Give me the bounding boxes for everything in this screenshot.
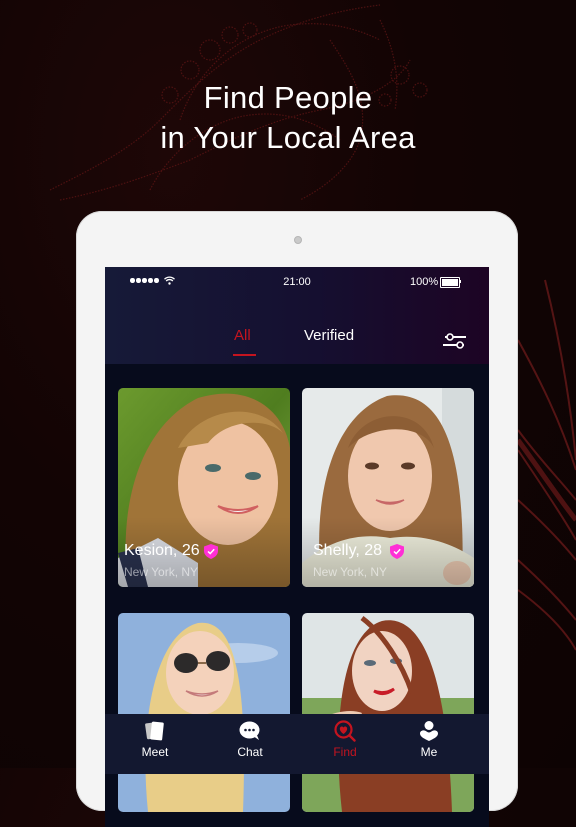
top-bar: 21:00 100% All Verified — [105, 267, 489, 364]
tab-me-label: Me — [420, 745, 438, 759]
tab-chat[interactable]: Chat — [220, 720, 280, 759]
profile-location: New York, NY — [313, 565, 388, 579]
profile-name-row: Kesion, 26 — [124, 542, 218, 560]
battery-tip — [459, 280, 461, 283]
tablet-camera — [294, 236, 302, 244]
profile-name: Kesion, 26 — [124, 542, 200, 559]
heart-search-icon — [334, 720, 356, 742]
battery-percent: 100% — [410, 276, 439, 288]
tab-find-label: Find — [333, 745, 357, 759]
profile-name-row: Shelly, 28 — [313, 542, 405, 560]
profile-card[interactable] — [118, 613, 290, 812]
tab-all[interactable]: All — [234, 327, 251, 344]
tab-meet[interactable]: Meet — [125, 720, 185, 759]
profile-card[interactable] — [302, 613, 474, 812]
segment-tabs: All Verified — [105, 327, 489, 357]
tab-meet-label: Meet — [141, 745, 169, 759]
profile-location: New York, NY — [124, 565, 199, 579]
battery-icon — [440, 277, 460, 288]
headline-line-1: Find People — [203, 80, 373, 115]
chat-bubble-icon — [239, 721, 260, 740]
tab-me[interactable]: Me — [399, 720, 459, 759]
verified-badge-icon — [390, 543, 405, 559]
profile-photo — [302, 613, 474, 812]
headline-line-2: in Your Local Area — [160, 120, 416, 155]
tab-verified[interactable]: Verified — [304, 327, 354, 344]
status-bar: 21:00 100% — [105, 267, 489, 297]
verified-badge-icon — [203, 543, 218, 559]
profile-name: Shelly, 28 — [313, 542, 383, 559]
cards-icon — [145, 721, 164, 741]
person-icon — [420, 721, 438, 741]
bottom-tab-bar: Meet Chat Find Me — [105, 714, 489, 774]
profile-photo — [118, 613, 290, 812]
profile-card[interactable]: Kesion, 26 New York, NY — [118, 388, 290, 587]
headline: Find People in Your Local Area — [0, 78, 576, 158]
tab-chat-label: Chat — [237, 745, 263, 759]
tab-find[interactable]: Find — [315, 720, 375, 759]
sliders-icon[interactable] — [442, 330, 468, 352]
profile-card[interactable]: Shelly, 28 New York, NY — [302, 388, 474, 587]
tablet-frame: 21:00 100% All Verified Kesion, 26 New Y… — [76, 211, 518, 827]
app-screen: 21:00 100% All Verified Kesion, 26 New Y… — [105, 267, 489, 827]
active-tab-indicator — [233, 354, 256, 356]
